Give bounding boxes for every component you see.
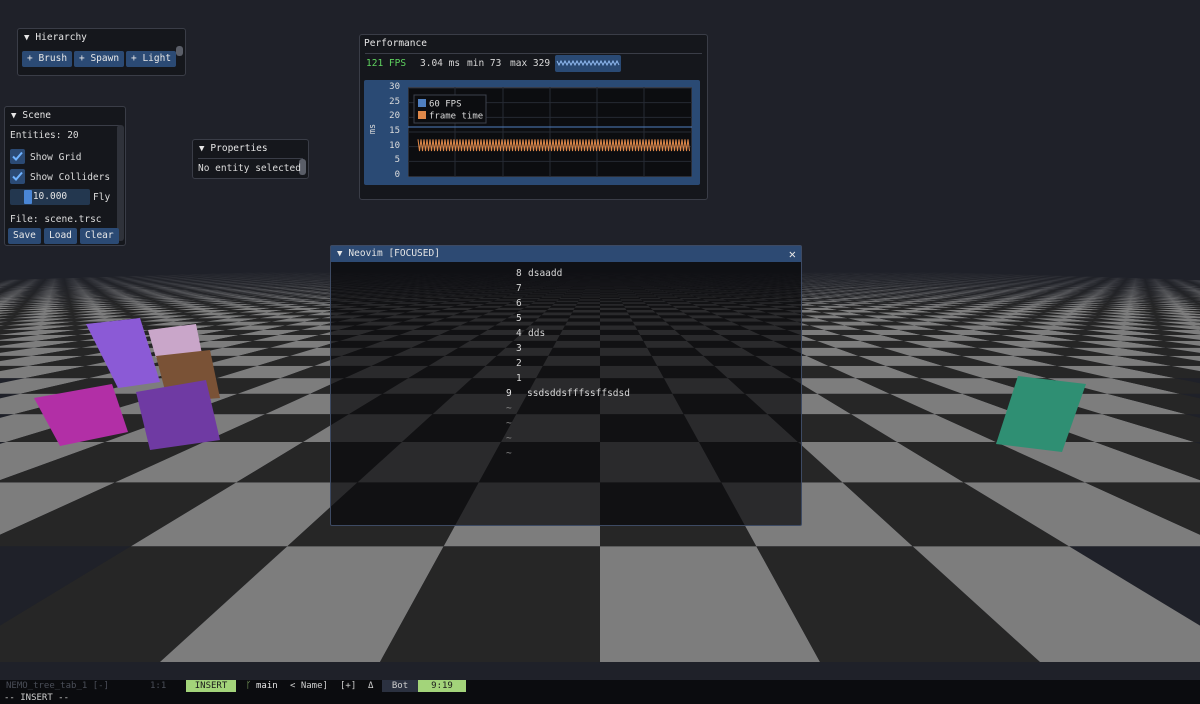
current-line-text[interactable]: ssdsddsfffssffsdsd (527, 388, 630, 399)
sparkline-icon (556, 59, 620, 67)
entities-count: Entities: 20 (10, 130, 79, 141)
sparkline (555, 55, 621, 72)
cursor-position: 9:19 (418, 680, 466, 692)
neovim-titlebar[interactable]: ▼ Neovim [FOCUSED] ✕ (331, 246, 801, 262)
clear-button[interactable]: Clear (80, 228, 119, 244)
collapse-arrow-icon[interactable]: ▼ (24, 29, 29, 47)
scene-header[interactable]: ▼ Scene (5, 107, 125, 125)
checkmark-icon (12, 151, 23, 161)
y-tick-label: 10 (389, 140, 400, 151)
load-button[interactable]: Load (44, 228, 77, 244)
performance-title: Performance (364, 38, 427, 49)
save-button[interactable]: Save (8, 228, 41, 244)
y-tick-label: 25 (389, 96, 400, 107)
frame-ms-readout: 3.04 ms (420, 58, 461, 69)
mode-indicator: INSERT (186, 680, 236, 692)
scene-scrollbar[interactable] (117, 125, 124, 241)
line-number: 1 (516, 373, 522, 384)
empty-line-marker: ~ (506, 418, 512, 429)
frame-time-plot[interactable]: 60 FPS frame time (408, 87, 692, 177)
properties-title: Properties (210, 143, 268, 154)
min-readout: min 73 (467, 58, 502, 69)
show-colliders-label: Show Colliders (30, 172, 111, 183)
close-icon[interactable]: ✕ (789, 246, 796, 262)
legend-swatch-60fps (418, 99, 426, 107)
fps-readout: 121 FPS (366, 58, 407, 69)
hierarchy-title: Hierarchy (35, 32, 87, 43)
line-number: 7 (516, 283, 522, 294)
branch-icon: ᚴ (246, 681, 252, 691)
y-tick-label: 5 (394, 155, 400, 166)
diff-icon: Δ (368, 681, 374, 691)
file-name: File: scene.trsc (10, 214, 102, 225)
show-grid-label: Show Grid (30, 152, 82, 163)
add-spawn-button[interactable]: + Spawn (74, 51, 125, 67)
fly-speed-value: 10.000 (32, 191, 68, 202)
command-line[interactable]: -- INSERT -- (0, 692, 1200, 704)
scene-title: Scene (22, 110, 52, 121)
y-tick-label: 20 (389, 111, 400, 122)
collapse-arrow-icon[interactable]: ▼ (337, 249, 342, 259)
y-tick-label: 15 (389, 126, 400, 136)
legend-frame-time: frame time (429, 112, 483, 122)
collapse-arrow-icon[interactable]: ▼ (199, 140, 204, 158)
line-number: 2 (516, 358, 522, 369)
cube-violet (136, 380, 220, 450)
line-number: 4 (516, 328, 522, 339)
y-tick-label: 30 (389, 82, 400, 92)
scroll-position: Bot (382, 680, 418, 692)
line-text[interactable]: dds (528, 328, 545, 339)
collapse-arrow-icon[interactable]: ▼ (11, 107, 16, 125)
empty-line-marker: ~ (506, 403, 512, 414)
add-light-button[interactable]: + Light (126, 51, 177, 67)
line-number: 6 (516, 298, 522, 309)
line-number: 9 (506, 388, 512, 399)
y-tick-label: 0 (394, 170, 400, 180)
max-readout: max 329 (510, 58, 551, 69)
line-number: 3 (516, 343, 522, 354)
add-brush-button[interactable]: + Brush (22, 51, 73, 67)
no-entity-text: No entity selected (198, 163, 301, 174)
y-axis-label: ms (368, 123, 379, 135)
statusline: NEMO_tree_tab_1 [-] 1:1 INSERT ᚴ main < … (0, 680, 1200, 692)
fly-label: Fly (93, 192, 111, 203)
empty-line-marker: ~ (506, 448, 512, 459)
checkmark-icon (12, 171, 23, 181)
line-number: 8 (516, 268, 522, 279)
properties-header[interactable]: ▼ Properties (193, 140, 308, 158)
file-name-status: < Name] (290, 681, 328, 691)
buffer-name: NEMO_tree_tab_1 [-] (6, 681, 109, 691)
cursor-pos-left: 1:1 (150, 681, 167, 691)
show-grid-checkbox[interactable] (10, 149, 25, 164)
hierarchy-scrollbar[interactable] (176, 46, 183, 56)
line-text[interactable]: dsaadd (528, 268, 562, 279)
modified-flag: [+] (340, 681, 357, 691)
git-branch: main (256, 681, 278, 691)
line-number: 5 (516, 313, 522, 324)
neovim-window[interactable]: ▼ Neovim [FOCUSED] ✕ (330, 245, 802, 526)
legend-60fps: 60 FPS (429, 100, 462, 110)
empty-line-marker: ~ (506, 433, 512, 444)
show-colliders-checkbox[interactable] (10, 169, 25, 184)
legend-swatch-frame-time (418, 111, 426, 119)
fly-speed-slider[interactable]: 10.000 (10, 189, 90, 205)
hierarchy-header[interactable]: ▼ Hierarchy (18, 29, 185, 47)
neovim-title: Neovim [FOCUSED] (348, 248, 440, 259)
